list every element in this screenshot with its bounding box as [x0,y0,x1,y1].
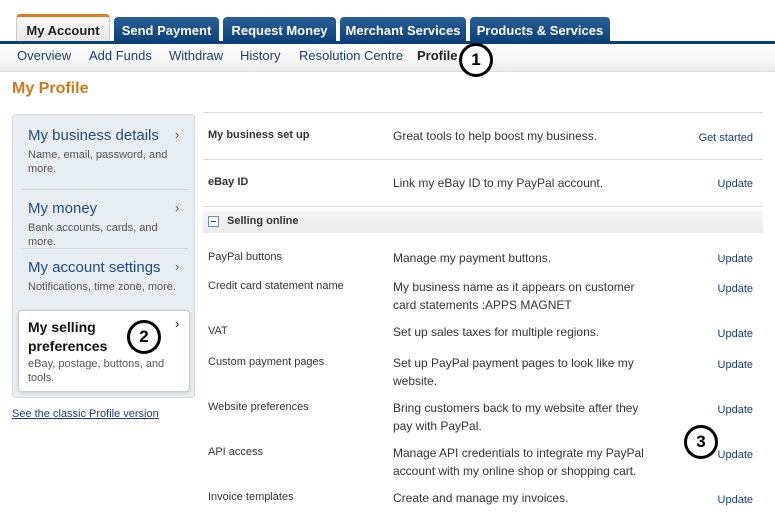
subnav-history[interactable]: History [240,48,280,63]
tab-label: Request Money [231,22,328,38]
row-desc: Great tools to help boost my business. [393,129,598,143]
update-link[interactable]: Update [718,253,753,265]
profile-settings-list: My business set up Great tools to help b… [200,112,765,515]
tab-label: My Account [26,23,100,38]
classic-profile-link[interactable]: See the classic Profile version [12,408,159,420]
update-link[interactable]: Update [718,494,753,506]
subnav-withdraw[interactable]: Withdraw [169,48,223,63]
tab-products-services[interactable]: Products & Services [470,17,610,43]
row-name: Invoice templates [208,491,294,503]
row-name: Website preferences [208,401,309,413]
row-name: eBay ID [208,176,249,188]
tab-merchant-services[interactable]: Merchant Services [340,17,466,43]
callout-marker: 3 [684,425,718,459]
tab-my-account[interactable]: My Account [16,14,110,44]
nav-item-my-money[interactable]: My money › Bank accounts, cards, and mor… [13,190,194,249]
nav-item-title: My money [28,200,98,217]
row-name: PayPal buttons [208,251,282,263]
row-desc: Link my eBay ID to my PayPal account. [393,176,604,190]
row-desc: Manage API credentials to integrate my P… [393,446,644,478]
collapse-icon[interactable] [208,216,219,227]
callout-marker: 1 [459,43,493,77]
row-name: API access [208,446,264,458]
chevron-right-icon: › [175,127,180,142]
tab-label: Send Payment [121,22,212,38]
sub-navigation: Overview Add Funds Withdraw History Reso… [0,44,775,72]
update-link[interactable]: Update [718,283,753,295]
nav-item-business-details[interactable]: My business details › Name, email, passw… [13,115,194,190]
row-desc: My business name as it appears on custom… [393,280,635,312]
row-desc: Create and manage my invoices. [393,491,569,505]
callout-number: 1 [471,50,481,69]
callout-marker: 2 [127,320,161,354]
section-header-selling-online[interactable]: Selling online [203,211,763,233]
nav-item-desc: eBay, postage, buttons, and tools. [28,358,165,384]
tab-request-money[interactable]: Request Money [223,17,336,43]
section-title: Selling online [227,215,299,227]
subnav-add-funds[interactable]: Add Funds [89,48,152,63]
subnav-resolution-centre[interactable]: Resolution Centre [299,48,403,63]
page-title: My Profile [12,80,89,97]
tab-label: Merchant Services [345,22,461,38]
tab-send-payment[interactable]: Send Payment [114,17,219,43]
callout-number: 2 [139,327,149,346]
row-name: Credit card statement name [208,280,344,292]
row-desc: Set up sales taxes for multiple regions. [393,325,600,339]
row-name: Custom payment pages [208,356,325,368]
row-name: VAT [208,325,228,337]
update-link[interactable]: Update [718,359,753,371]
update-link[interactable]: Update [718,404,753,416]
row-desc: Manage my payment buttons. [393,251,552,265]
nav-item-title: My account settings [28,259,161,276]
row-divider [203,112,763,113]
update-link[interactable]: Update [718,449,753,461]
nav-item-title: My business details [28,127,159,144]
row-name: My business set up [208,129,310,141]
row-divider [203,206,763,207]
nav-item-desc: Bank accounts, cards, and more. [28,222,158,248]
row-divider [203,159,763,160]
subnav-overview[interactable]: Overview [17,48,71,63]
nav-item-desc: Name, email, password, and more. [28,149,168,175]
profile-left-nav: My business details › Name, email, passw… [12,114,195,398]
top-tab-bar: My Account Send Payment Request Money Me… [0,0,775,44]
nav-item-account-settings[interactable]: My account settings › Notifications, tim… [13,249,194,308]
chevron-right-icon: › [175,200,180,215]
update-link[interactable]: Update [718,178,753,190]
nav-item-title: My selling preferences [28,319,108,354]
subnav-profile[interactable]: Profile [417,48,457,63]
row-desc: Set up PayPal payment pages to look like… [393,356,634,388]
tab-label: Products & Services [476,22,604,38]
update-link[interactable]: Update [718,328,753,340]
chevron-right-icon: › [175,259,180,274]
callout-number: 3 [696,432,706,451]
row-desc: Bring customers back to my website after… [393,401,639,433]
chevron-right-icon: › [175,316,180,331]
get-started-link[interactable]: Get started [699,132,753,144]
nav-item-desc: Notifications, time zone, more. [28,281,176,293]
nav-item-selling-preferences[interactable]: My selling preferences › eBay, postage, … [13,310,194,392]
